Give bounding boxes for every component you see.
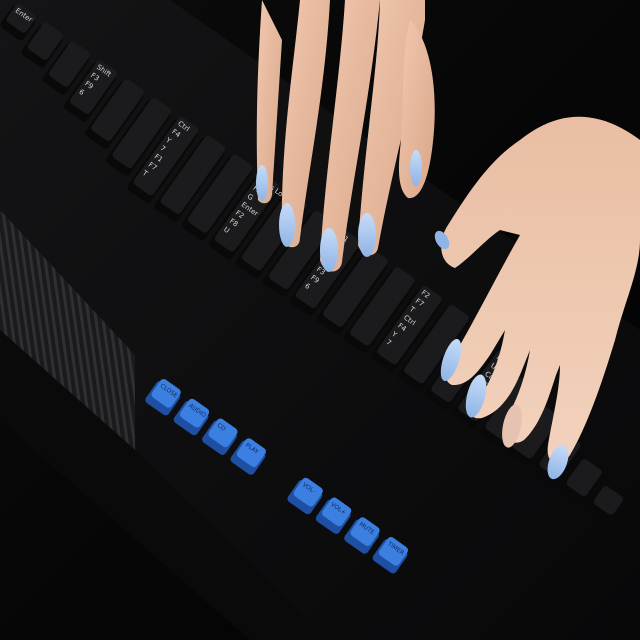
photo-scene: EnterShiftCtrlCaps LockF1F2F3F4F5F6F7F8F… (0, 0, 640, 640)
nail-icon (410, 150, 422, 186)
nail-icon (256, 165, 268, 201)
nail-icon (279, 203, 295, 247)
nail-icon (358, 213, 376, 257)
nail-icon (320, 228, 338, 272)
